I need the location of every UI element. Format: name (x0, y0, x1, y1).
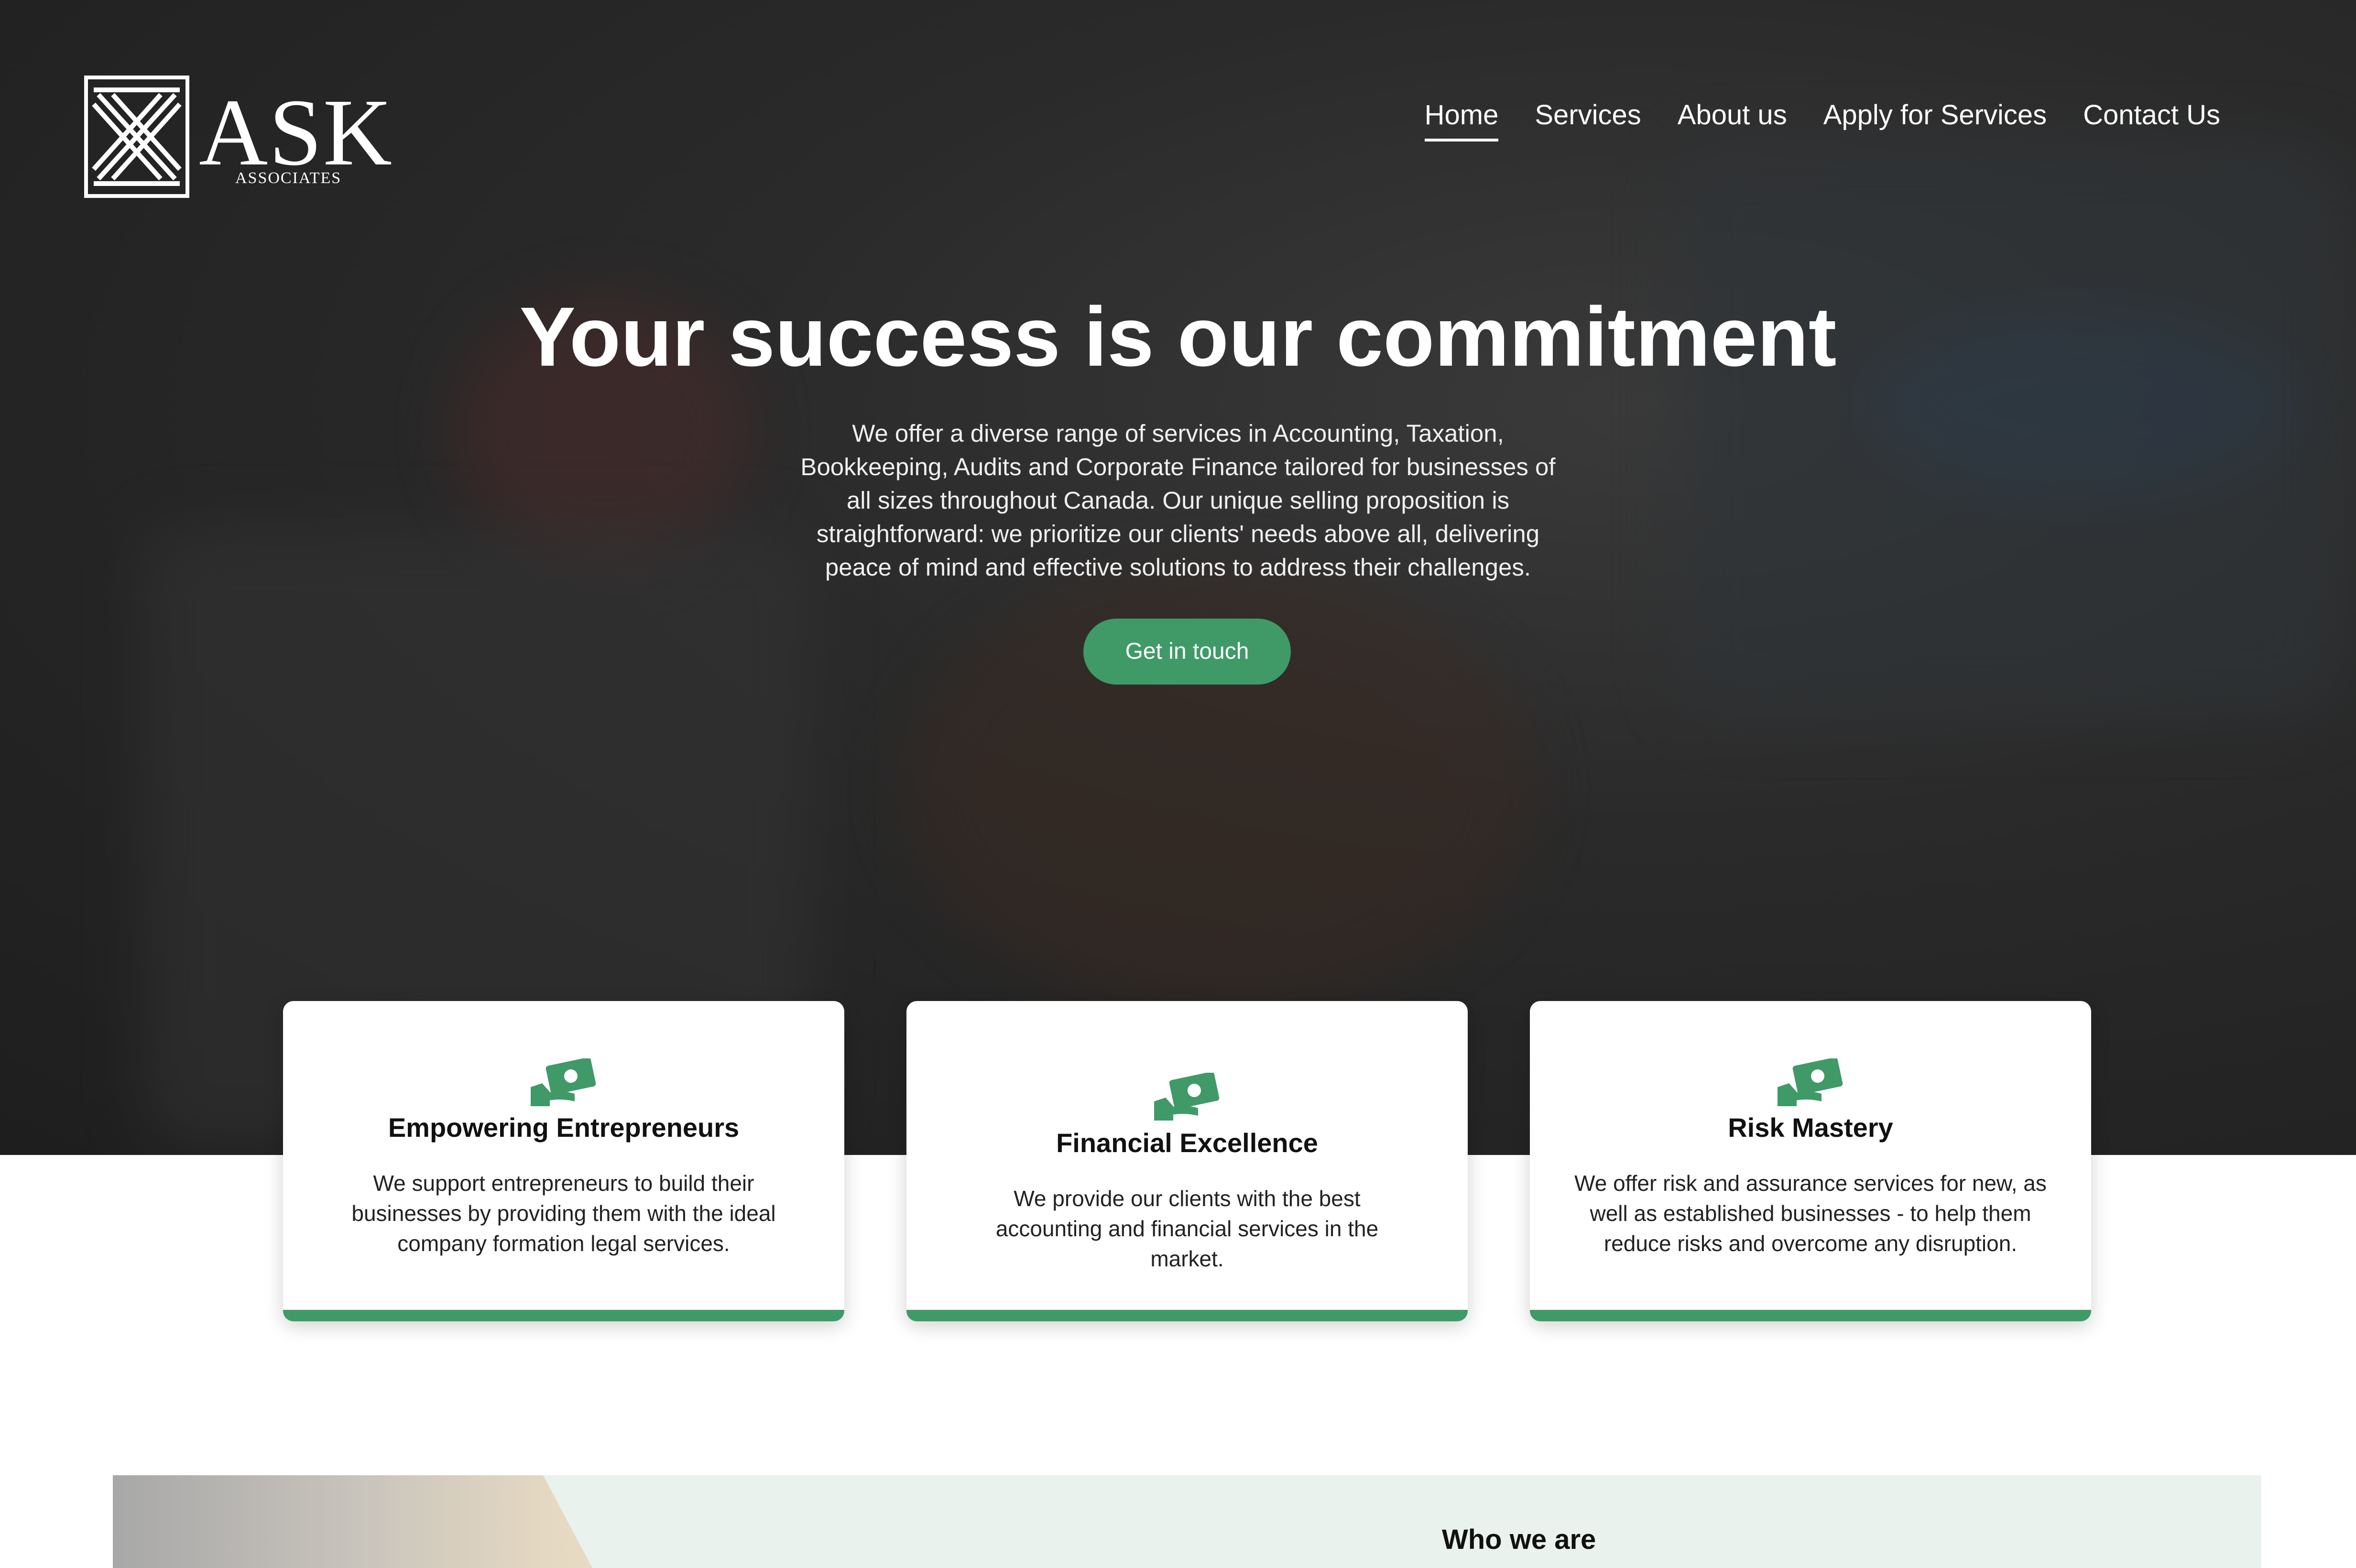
nav-services[interactable]: Services (1535, 94, 1641, 137)
feature-card: Empowering Entrepreneurs We support entr… (283, 1001, 844, 1321)
ask-x-logo-icon (84, 76, 189, 198)
card-title: Empowering Entrepreneurs (388, 1112, 740, 1143)
hero-section: ASK ASSOCIATES Home Services About us Ap… (0, 0, 2356, 1155)
feature-card: Risk Mastery We offer risk and assurance… (1530, 1001, 2091, 1321)
card-text: We offer risk and assurance services for… (1574, 1171, 2047, 1256)
brand-name: ASK (199, 80, 393, 185)
card-title: Financial Excellence (1056, 1128, 1318, 1158)
brand-logo[interactable]: ASK ASSOCIATES (84, 75, 392, 199)
feature-card: Financial Excellence We provide our clie… (906, 1001, 1468, 1321)
who-we-are-photo (113, 1475, 744, 1568)
nav-contact-us[interactable]: Contact Us (2083, 94, 2220, 137)
nav-apply-for-services[interactable]: Apply for Services (1823, 94, 2047, 137)
nav-home[interactable]: Home (1424, 94, 1498, 142)
money-hand-icon (1154, 1073, 1220, 1121)
get-in-touch-button[interactable]: Get in touch (1083, 619, 1291, 685)
card-text: We support entrepreneurs to build their … (351, 1171, 776, 1256)
nav-about-us[interactable]: About us (1678, 94, 1787, 137)
money-hand-icon (1778, 1058, 1843, 1106)
money-hand-icon (531, 1058, 596, 1106)
brand-subtitle: ASSOCIATES (235, 169, 342, 187)
who-we-are-title: Who we are (1442, 1524, 1596, 1555)
hero-title: Your success is our commitment (519, 290, 1837, 384)
hero-description: We offer a diverse range of services in … (800, 420, 1556, 581)
card-text: We provide our clients with the best acc… (995, 1186, 1379, 1271)
main-nav: Home Services About us Apply for Service… (1388, 94, 2220, 142)
who-we-are-section: Who we are (113, 1475, 2261, 1568)
card-title: Risk Mastery (1728, 1112, 1893, 1143)
